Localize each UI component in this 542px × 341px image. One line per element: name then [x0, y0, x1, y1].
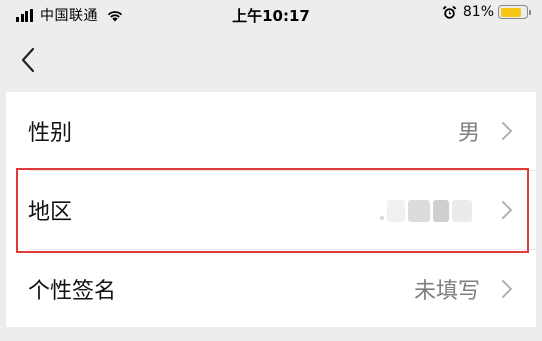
battery-percent: 81%: [462, 4, 494, 20]
row-label-region: 地区: [28, 200, 73, 225]
alarm-icon: [442, 5, 457, 19]
redacted-value: [380, 199, 476, 223]
row-value-signature: 未填写: [413, 279, 480, 304]
row-signature[interactable]: 个性签名 未填写: [6, 250, 536, 328]
nav-bar: [0, 30, 542, 90]
row-label-gender: 性别: [28, 121, 73, 146]
row-gender[interactable]: 性别 男: [6, 92, 536, 170]
battery-fill: [500, 7, 521, 17]
chevron-left-icon: [21, 47, 35, 73]
chevron-right-icon: [502, 280, 512, 298]
settings-list: 性别 男 地区 个性签名 未填写: [6, 92, 536, 327]
battery-icon: [498, 5, 531, 19]
back-button[interactable]: [18, 44, 54, 76]
row-region[interactable]: 地区: [6, 171, 536, 249]
battery-cap: [529, 9, 531, 15]
chevron-right-icon: [502, 201, 512, 219]
status-right: 81%: [442, 4, 531, 20]
row-label-signature: 个性签名: [28, 279, 117, 304]
chevron-right-icon: [502, 122, 512, 140]
row-value-gender: 男: [457, 121, 480, 146]
status-bar: 中国联通 上午10:17 81%: [0, 0, 542, 30]
